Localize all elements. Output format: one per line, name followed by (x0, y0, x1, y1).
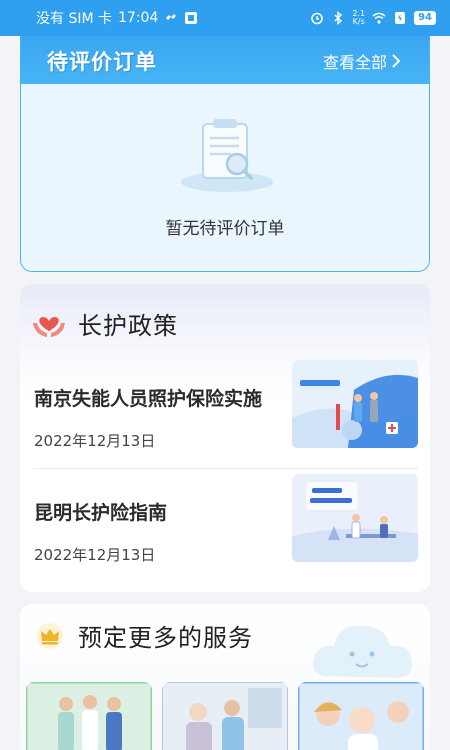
services-section-title: 预定更多的服务 (78, 624, 253, 652)
status-left: 没有 SIM 卡 17:04 (36, 8, 198, 28)
network-speed: 2.1 K/s (352, 10, 365, 26)
pending-review-header: 待评价订单 查看全部 (21, 36, 429, 86)
clock-time: 17:04 (118, 10, 159, 26)
services-card: 预定更多的服务 (20, 604, 430, 750)
services-header: 预定更多的服务 (36, 618, 253, 653)
pending-review-title: 待评价订单 (47, 50, 157, 74)
status-bar: 没有 SIM 卡 17:04 2.1 K/s 94 (0, 0, 450, 36)
wifi-icon (372, 12, 386, 24)
heart-hands-icon (33, 316, 65, 337)
policy-card: 长护政策 南京失能人员照护保险实施 2022年12月13日 昆明长护险指南 20… (20, 284, 430, 592)
policy-thumbnail-kunming (292, 474, 418, 562)
status-right: 2.1 K/s 94 (310, 10, 436, 26)
cloud-mascot-illustration (313, 625, 412, 678)
policy-item-title: 南京失能人员照护保险实施 (34, 388, 263, 410)
pending-review-body: 暂无待评价订单 (21, 86, 429, 271)
view-all-button[interactable]: 查看全部 (323, 49, 401, 73)
alarm-icon (311, 12, 324, 25)
empty-state-text: 暂无待评价订单 (165, 219, 285, 239)
policy-item-title: 昆明长护险指南 (34, 502, 168, 524)
view-all-label: 查看全部 (322, 53, 387, 72)
policy-list-item[interactable]: 南京失能人员照护保险实施 2022年12月13日 (20, 358, 430, 478)
policy-list-item[interactable]: 昆明长护险指南 2022年12月13日 (20, 472, 430, 592)
policy-item-date: 2022年12月13日 (34, 546, 156, 564)
policy-section-title: 长护政策 (78, 312, 178, 340)
policy-divider (34, 468, 418, 469)
charging-icon (395, 12, 406, 24)
service-tile-elderly-care[interactable] (162, 682, 288, 750)
policy-thumbnail-nanjing (292, 360, 418, 448)
battery-level: 94 (414, 11, 436, 25)
nfc-icon (166, 14, 177, 20)
sim-icon (185, 12, 198, 24)
policy-header: 长护政策 (32, 306, 178, 341)
service-tile-family-care[interactable] (298, 682, 424, 750)
network-speed-unit: K/s (352, 17, 365, 26)
chevron-right-icon (392, 54, 401, 68)
bluetooth-icon (334, 11, 343, 25)
carrier-text: 没有 SIM 卡 (36, 11, 112, 27)
empty-document-illustration (181, 119, 273, 192)
service-tiles (26, 682, 424, 750)
policy-item-date: 2022年12月13日 (34, 432, 156, 450)
crown-icon (37, 622, 63, 649)
service-tile-nursing-team[interactable] (26, 682, 152, 750)
pending-review-card: 待评价订单 查看全部 暂无待评价订单 (20, 36, 430, 272)
